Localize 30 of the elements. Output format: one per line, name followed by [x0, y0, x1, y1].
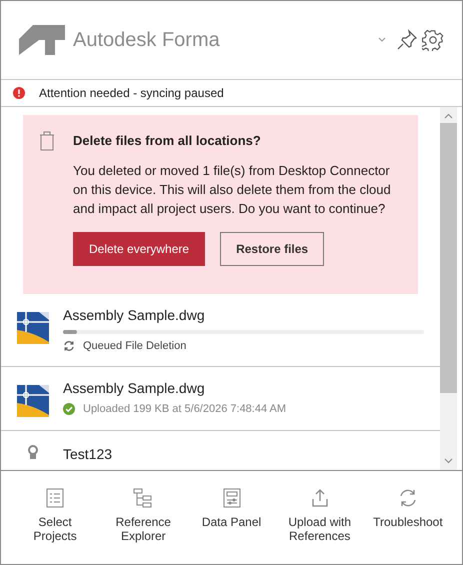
file-name: Assembly Sample.dwg	[63, 306, 206, 324]
scroll-down-icon[interactable]	[444, 458, 453, 464]
alert-message: You deleted or moved 1 file(s) from Desktop Connector on this device. This will also delete them from the cloud and impact all project users. Do you want to continue?	[73, 162, 391, 218]
file-name: Test123	[63, 444, 114, 462]
sync-status-text: Attention needed - syncing paused	[39, 85, 224, 102]
logo-icon	[19, 25, 65, 55]
footer-button[interactable]: Data Panel	[187, 487, 276, 529]
pin-icon[interactable]	[396, 29, 418, 51]
panel-icon	[220, 487, 242, 509]
scrollbar[interactable]	[440, 107, 457, 470]
settings-icon[interactable]	[422, 29, 444, 51]
delete-button[interactable]: Delete everywhere	[73, 232, 206, 266]
footer-button[interactable]: Select Projects	[11, 487, 100, 543]
file-status: Queued File Deletion	[83, 338, 186, 354]
footer-button[interactable]: Reference Explorer	[99, 487, 188, 543]
trash-icon	[39, 131, 55, 151]
error-icon	[13, 87, 25, 99]
app-title: Autodesk Forma	[73, 28, 220, 53]
footer-button[interactable]: Troubleshoot	[364, 487, 452, 529]
chevron-down-icon[interactable]	[378, 37, 386, 43]
scroll-up-icon[interactable]	[444, 113, 453, 119]
list-icon	[44, 487, 66, 509]
file-name: Assembly Sample.dwg	[63, 379, 206, 397]
alert-title: Delete files from all locations?	[73, 132, 262, 150]
drawing-file-icon	[17, 385, 49, 417]
restore-button[interactable]: Restore files	[220, 232, 324, 266]
footer-button[interactable]: Upload with References	[276, 487, 364, 543]
drawing-file-icon	[17, 312, 49, 344]
tree-icon	[132, 487, 154, 509]
file-status: Uploaded 199 KB at 5/6/2026 7:48:44 AM	[83, 402, 286, 417]
